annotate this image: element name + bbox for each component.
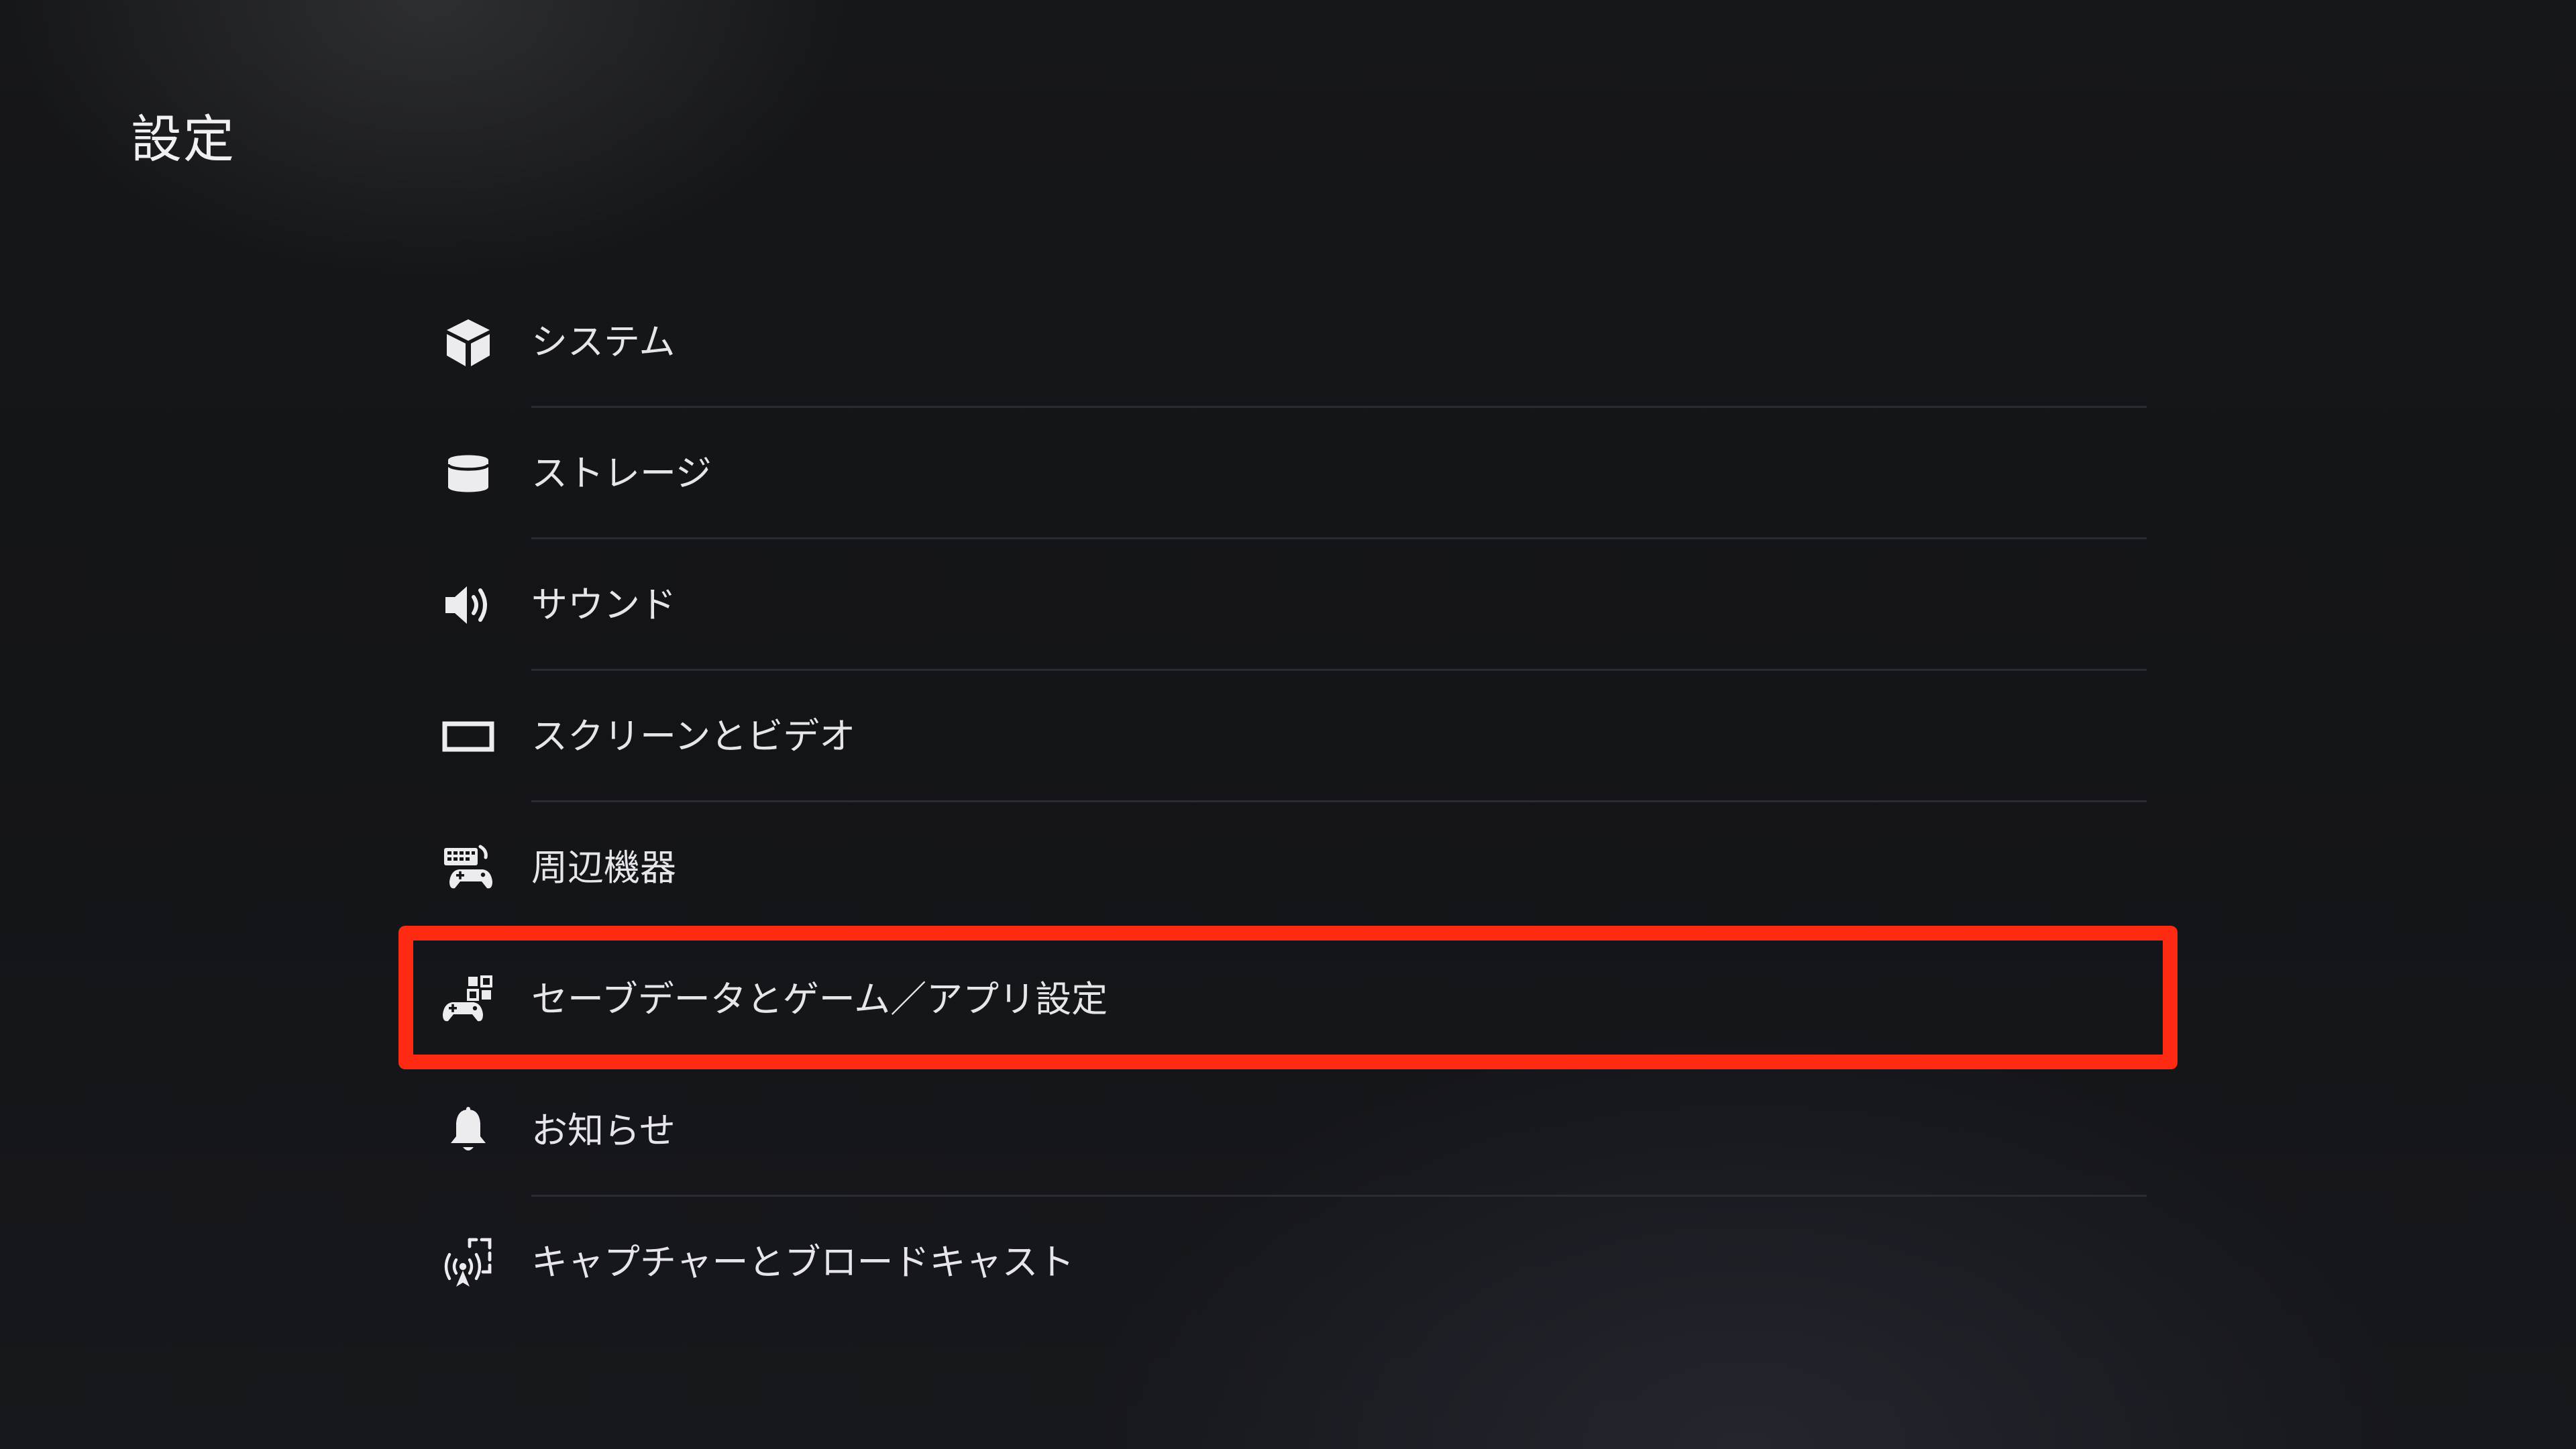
storage-cylinder-icon xyxy=(441,447,495,500)
menu-item-capture-broadcast[interactable]: キャプチャーとブロードキャスト xyxy=(416,1197,2147,1328)
menu-item-label: キャプチャーとブロードキャスト xyxy=(531,1241,1075,1283)
cube-icon xyxy=(441,315,495,369)
settings-screen: 設定 システム ストレージ サウンド スクリーンとビデオ 周辺機器 セーブデータ… xyxy=(0,0,2576,1449)
menu-item-screen-video[interactable]: スクリーンとビデオ xyxy=(416,671,2147,802)
gamepad-apps-icon xyxy=(441,973,495,1026)
menu-item-label: お知らせ xyxy=(531,1110,676,1152)
menu-item-label: サウンド xyxy=(531,584,676,626)
screen-icon xyxy=(441,710,495,763)
menu-item-accessories[interactable]: 周辺機器 xyxy=(416,802,2147,934)
bell-icon xyxy=(441,1104,495,1158)
menu-item-label: ストレージ xyxy=(531,452,712,494)
accessories-icon xyxy=(441,841,495,895)
menu-item-label: セーブデータとゲーム／アプリ設定 xyxy=(531,978,1108,1020)
menu-item-label: スクリーンとビデオ xyxy=(531,715,856,757)
menu-item-storage[interactable]: ストレージ xyxy=(416,408,2147,539)
menu-item-label: システム xyxy=(531,321,676,363)
broadcast-icon xyxy=(441,1236,495,1289)
menu-item-notifications[interactable]: お知らせ xyxy=(416,1065,2147,1197)
menu-item-saved-data-game-app-settings[interactable]: セーブデータとゲーム／アプリ設定 xyxy=(416,934,2147,1065)
menu-item-sound[interactable]: サウンド xyxy=(416,539,2147,671)
settings-menu: システム ストレージ サウンド スクリーンとビデオ 周辺機器 セーブデータとゲー… xyxy=(416,276,2147,1328)
menu-item-label: 周辺機器 xyxy=(531,847,676,889)
speaker-icon xyxy=(441,578,495,632)
menu-item-system[interactable]: システム xyxy=(416,276,2147,408)
page-title: 設定 xyxy=(131,109,235,169)
